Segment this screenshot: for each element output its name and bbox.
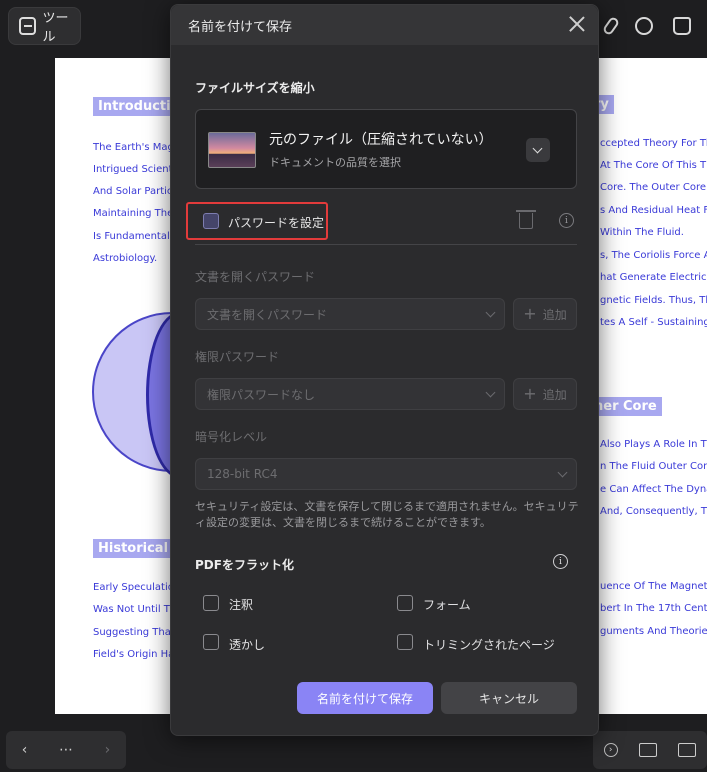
doc-heading: ner Core (589, 397, 662, 416)
doc-line: And, Consequently, The (600, 506, 707, 517)
annotation-checkbox[interactable] (203, 595, 219, 611)
doc-line: Within The Fluid. (600, 227, 684, 238)
doc-line: Also Plays A Role In Th (600, 439, 707, 450)
doc-line: And Solar Particl (93, 186, 176, 197)
open-password-label: 文書を開くパスワード (195, 270, 316, 284)
dialog-title: 名前を付けて保存 (188, 19, 293, 35)
doc-line: bert In The 17th Century (600, 603, 707, 614)
compression-select[interactable]: 元のファイル（圧縮されていない） ドキュメントの品質を選択 (195, 109, 577, 189)
file-thumbnail-icon (208, 132, 256, 168)
more-icon[interactable]: ⋯ (59, 742, 73, 758)
watermark-checkbox[interactable] (203, 634, 219, 650)
chevron-down-icon (485, 307, 496, 318)
doc-line: gnetic Fields. Thus, Th (600, 295, 707, 306)
form-label: フォーム (423, 598, 471, 612)
doc-line: Astrobiology. (93, 253, 158, 264)
flatten-pdf-label: PDFをフラット化 (195, 558, 294, 572)
password-row: パスワードを設定 i (186, 202, 578, 242)
compression-option-title: 元のファイル（圧縮されていない） (269, 132, 493, 148)
encryption-level-label: 暗号化レベル (195, 430, 268, 444)
reading-mode-icon[interactable] (638, 743, 657, 757)
dialog-header: 名前を付けて保存 (171, 5, 598, 45)
doc-line: uence Of The Magnetic (600, 581, 707, 592)
stamp-icon[interactable] (673, 17, 692, 35)
presentation-icon[interactable] (678, 743, 697, 757)
set-password-label[interactable]: パスワードを設定 (228, 214, 324, 231)
doc-line: ccepted Theory For The (600, 138, 707, 149)
trash-icon[interactable] (516, 210, 536, 229)
divider (195, 244, 577, 245)
permission-password-select[interactable]: 権限パスワードなし (195, 378, 505, 410)
doc-line: At The Core Of This Th (600, 160, 707, 171)
close-icon[interactable] (568, 15, 586, 33)
doc-line: guments And Theories, C (600, 626, 707, 637)
doc-line: Was Not Until Th (93, 604, 177, 615)
info-icon[interactable]: i (553, 554, 568, 569)
top-right-toolbar (590, 7, 707, 45)
tools-label: ツール (42, 11, 69, 45)
reduce-size-label: ファイルサイズを縮小 (195, 81, 315, 95)
cancel-button[interactable]: キャンセル (441, 682, 577, 714)
cropped-pages-label: トリミングされたページ (423, 638, 555, 652)
chevron-down-icon (485, 387, 496, 398)
doc-line: s And Residual Heat Fr (600, 205, 707, 216)
doc-line: Field's Origin Ha (93, 649, 175, 660)
add-label: 追加 (542, 307, 567, 322)
annotation-label: 注釈 (229, 598, 254, 612)
permission-password-value: 権限パスワードなし (207, 387, 316, 402)
sticker-icon[interactable] (635, 17, 654, 35)
doc-line: Core. The Outer Core I (600, 182, 707, 193)
doc-line: Is Fundamental T (93, 231, 180, 242)
chevron-down-icon (557, 467, 568, 478)
watermark-label: 透かし (229, 638, 266, 652)
next-page-icon[interactable]: › (105, 742, 111, 758)
add-permission-password-button[interactable]: + 追加 (513, 378, 577, 410)
chevron-down-icon[interactable] (526, 138, 550, 162)
open-password-placeholder: 文書を開くパスワード (207, 307, 328, 322)
view-controls: › (593, 731, 707, 769)
prev-page-icon[interactable]: ‹ (22, 742, 28, 758)
save-as-button[interactable]: 名前を付けて保存 (297, 682, 433, 714)
permission-password-label: 権限パスワード (195, 350, 280, 364)
attachment-icon[interactable] (601, 15, 621, 37)
security-note: セキュリティ設定は、文書を保存して閉じるまで適用されません。セキュリティ設定の変… (195, 500, 579, 529)
add-open-password-button[interactable]: + 追加 (513, 298, 577, 330)
doc-line: tes A Self - Sustaining (600, 317, 707, 328)
doc-line: Maintaining The (93, 208, 174, 219)
set-password-checkbox[interactable] (203, 213, 219, 229)
plus-icon: + (523, 304, 537, 323)
save-as-dialog: 名前を付けて保存 ファイルサイズを縮小 元のファイル（圧縮されていない） ドキュ… (170, 4, 599, 736)
info-icon[interactable]: i (559, 213, 574, 228)
doc-line: Early Speculatio (93, 582, 174, 593)
add-label: 追加 (542, 387, 567, 402)
encryption-level-value: 128-bit RC4 (207, 467, 278, 481)
page-navigation: ‹ ⋯ › (6, 731, 126, 769)
tools-button[interactable]: ツール (8, 7, 81, 45)
doc-line: e Can Affect The Dynam (600, 484, 707, 495)
plus-icon: + (523, 384, 537, 403)
doc-line: n The Fluid Outer Core. (600, 461, 707, 472)
doc-line: The Earth's Mag (93, 142, 174, 153)
tools-icon (19, 17, 37, 35)
open-password-input[interactable]: 文書を開くパスワード (195, 298, 505, 330)
doc-line: Intrigued Scientis (93, 164, 181, 175)
form-checkbox[interactable] (397, 595, 413, 611)
doc-line: Suggesting That (93, 627, 175, 638)
compression-option-subtitle: ドキュメントの品質を選択 (269, 156, 401, 169)
chevron-right-icon[interactable]: › (603, 743, 618, 757)
encryption-level-select[interactable]: 128-bit RC4 (195, 458, 577, 490)
doc-line: hat Generate Electric C (600, 272, 707, 283)
cropped-pages-checkbox[interactable] (397, 634, 413, 650)
doc-line: s, The Coriolis Force Ac (600, 250, 707, 261)
